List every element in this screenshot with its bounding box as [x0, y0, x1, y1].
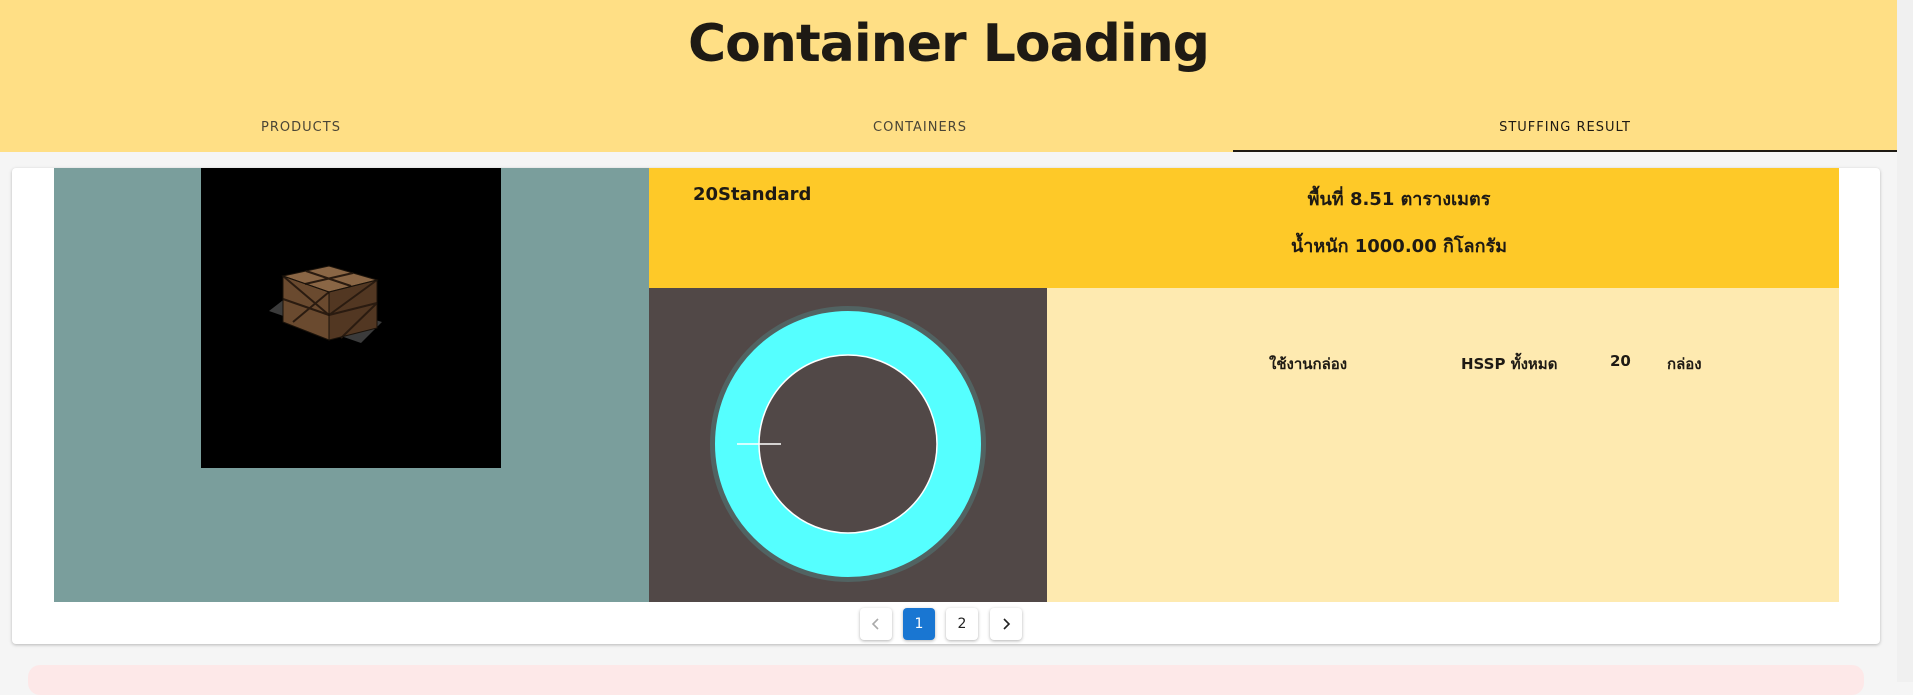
product-label: HSSP ทั้งหมด: [1461, 355, 1558, 373]
app-header: Container Loading PRODUCTS CONTAINERS ST…: [0, 0, 1897, 152]
usage-label: ใช้งานกล่อง: [1269, 355, 1348, 373]
chevron-right-icon: [1003, 618, 1011, 630]
loading-detail-panel: ใช้งานกล่อง HSSP ทั้งหมด 20 กล่อง: [1047, 288, 1839, 602]
next-page-button[interactable]: [990, 608, 1022, 640]
chevron-left-icon: [871, 618, 879, 630]
weight-text: น้ำหนัก 1000.00 กิโลกรัม: [1290, 236, 1508, 257]
page-1-button[interactable]: 1: [903, 608, 935, 640]
tab-containers[interactable]: CONTAINERS: [602, 112, 1238, 152]
utilization-donut-chart: [710, 306, 986, 582]
tab-bar: PRODUCTS CONTAINERS STUFFING RESULT: [0, 112, 1897, 152]
container-name: 20Standard: [693, 184, 812, 205]
unit-label: กล่อง: [1667, 355, 1702, 373]
page-2-button[interactable]: 2: [946, 608, 978, 640]
container-info-header: 20Standard พื้นที่ 8.51 ตารางเมตร น้ำหนั…: [649, 168, 1839, 288]
app-title: Container Loading: [688, 14, 1210, 74]
prev-page-button[interactable]: [860, 608, 892, 640]
donut-inner-edge: [758, 354, 938, 534]
cargo-box-render: [269, 265, 382, 343]
utilization-chart-panel: [649, 288, 1047, 602]
box-count: 20: [1610, 352, 1631, 370]
alert-strip: [28, 665, 1864, 695]
tab-products[interactable]: PRODUCTS: [0, 112, 602, 152]
3d-viewer-canvas[interactable]: [201, 168, 501, 468]
3d-viewer-panel: [54, 168, 649, 602]
area-text: พื้นที่ 8.51 ตารางเมตร: [1307, 189, 1491, 210]
tab-stuffing-result[interactable]: STUFFING RESULT: [1233, 112, 1897, 152]
result-card: 20Standard พื้นที่ 8.51 ตารางเมตร น้ำหนั…: [12, 168, 1880, 644]
page-scrollbar[interactable]: [1897, 0, 1913, 682]
